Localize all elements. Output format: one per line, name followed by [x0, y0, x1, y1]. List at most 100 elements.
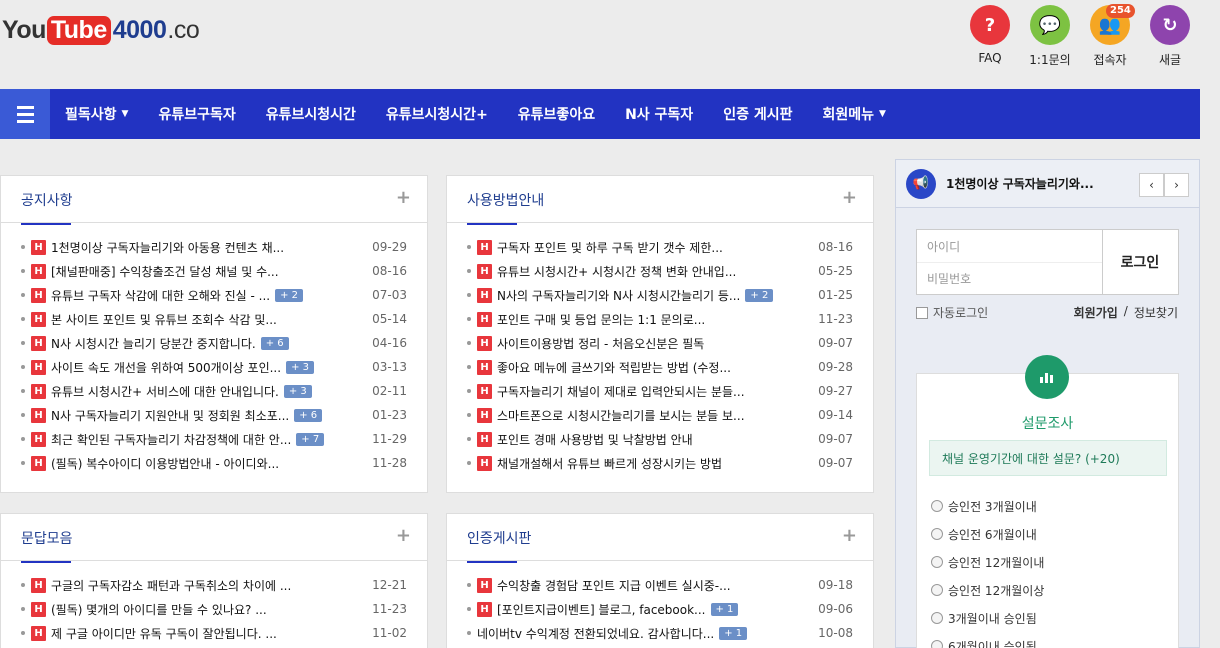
post-title[interactable]: 유튜브 구독자 삭감에 대한 오해와 진실 - ...	[51, 287, 270, 304]
list-item[interactable]: H [채널판매중] 수익창출조건 달성 채널 및 수... 08-16	[1, 259, 427, 283]
radio-button[interactable]	[931, 528, 943, 540]
list-item[interactable]: 네이버tv 수익계정 전환되었네요. 감사합니다... + 1 10-08	[447, 621, 873, 645]
post-title[interactable]: (필독) 복수아이디 이용방법안내 - 아이디와...	[51, 455, 279, 472]
post-title[interactable]: 본 사이트 포인트 및 유튜브 조회수 삭감 및...	[51, 311, 277, 328]
site-logo[interactable]: You Tube 4000 .co	[2, 16, 200, 45]
prev-button[interactable]: ‹	[1139, 173, 1164, 197]
post-title[interactable]: 수익창출 경험담 포인트 지급 이벤트 실시중-...	[497, 577, 731, 594]
post-title[interactable]: 사이트 속도 개선을 위하여 500개이상 포인...	[51, 359, 281, 376]
list-item[interactable]: H 1천명이상 구독자늘리기와 아동용 컨텐츠 채... 09-29	[1, 235, 427, 259]
list-item[interactable]: H 좋아요 메뉴에 글쓰기와 적립받는 방법 (수정... 09-28	[447, 355, 873, 379]
post-title[interactable]: 1천명이상 구독자늘리기와 아동용 컨텐츠 채...	[51, 239, 284, 256]
password-input[interactable]: 비밀번호	[917, 262, 1102, 294]
chat-icon[interactable]: 💬	[1030, 5, 1070, 45]
radio-button[interactable]	[931, 556, 943, 568]
post-title[interactable]: 최근 확인된 구독자늘리기 차감정책에 대한 안...	[51, 431, 291, 448]
auto-login-checkbox[interactable]	[916, 306, 928, 319]
post-title[interactable]: 사이트이용방법 정리 - 처음오신분은 필독	[497, 335, 704, 352]
post-title[interactable]: (필독) 몇개의 아이디를 만들 수 있나요? ...	[51, 601, 267, 618]
panel-title[interactable]: 사용방법안내	[467, 190, 544, 225]
list-item[interactable]: H 채널개설해서 유튜브 빠르게 성장시키는 방법 09-07	[447, 451, 873, 475]
list-item[interactable]: H 유튜브 시청시간+ 시청시간 정책 변화 안내입... 05-25	[447, 259, 873, 283]
post-title[interactable]: 유튜브 시청시간+ 시청시간 정책 변화 안내입...	[497, 263, 736, 280]
survey-option[interactable]: 승인전 3개월이내	[931, 492, 1044, 520]
list-item[interactable]: H N사의 구독자늘리기와 N사 시청시간늘리기 등... + 2 01-25	[447, 283, 873, 307]
id-input[interactable]: 아이디	[917, 230, 1102, 262]
auto-login-label[interactable]: 자동로그인	[933, 304, 988, 321]
top-icon-label[interactable]: FAQ	[978, 51, 1001, 65]
nav-required-reading[interactable]: 필독사항 ▼	[50, 104, 143, 124]
survey-option[interactable]: 승인전 12개월이내	[931, 548, 1044, 576]
plus-icon[interactable]: +	[842, 187, 857, 208]
list-item[interactable]: H 포인트 경매 사용방법 및 낙찰방법 안내 09-07	[447, 427, 873, 451]
post-title[interactable]: [채널판매중] 수익창출조건 달성 채널 및 수...	[51, 263, 279, 280]
next-button[interactable]: ›	[1164, 173, 1189, 197]
question-icon[interactable]: ?	[970, 5, 1010, 45]
list-item[interactable]: H 유튜브 구독자 삭감에 대한 오해와 진실 - ... + 2 07-03	[1, 283, 427, 307]
post-title[interactable]: 채널개설해서 유튜브 빠르게 성장시키는 방법	[497, 455, 722, 472]
radio-button[interactable]	[931, 640, 943, 648]
survey-option[interactable]: 승인전 12개월이상	[931, 576, 1044, 604]
list-item[interactable]: H 구글의 구독자감소 패턴과 구독취소의 차이에 ... 12-21	[1, 573, 427, 597]
post-title[interactable]: 구독자늘리기 채널이 제대로 입력안되시는 분들...	[497, 383, 745, 400]
post-title[interactable]: 제 구글 아이디만 유독 구독이 잘안됩니다. ...	[51, 625, 277, 642]
list-item[interactable]: H [포인트지급이벤트] 블로그, facebook... + 1 09-06	[447, 597, 873, 621]
find-info-link[interactable]: 정보찾기	[1134, 304, 1178, 321]
radio-button[interactable]	[931, 612, 943, 624]
join-link[interactable]: 회원가입	[1074, 304, 1118, 321]
top-icon-2[interactable]: 👥 254 접속자	[1090, 4, 1135, 68]
new-post-icon[interactable]: ↻	[1150, 5, 1190, 45]
radio-button[interactable]	[931, 500, 943, 512]
plus-icon[interactable]: +	[396, 187, 411, 208]
survey-option[interactable]: 승인전 6개월이내	[931, 520, 1044, 548]
nav-cert-board[interactable]: 인증 게시판	[708, 104, 807, 124]
post-title[interactable]: N사의 구독자늘리기와 N사 시청시간늘리기 등...	[497, 287, 740, 304]
post-title[interactable]: 유튜브 시청시간+ 서비스에 대한 안내입니다.	[51, 383, 279, 400]
panel-title[interactable]: 공지사항	[21, 190, 73, 225]
survey-option[interactable]: 3개월이내 승인됨	[931, 604, 1044, 632]
post-title[interactable]: N사 구독자늘리기 지원안내 및 정회원 최소포...	[51, 407, 289, 424]
post-title[interactable]: 포인트 경매 사용방법 및 낙찰방법 안내	[497, 431, 693, 448]
list-item[interactable]: H 사이트이용방법 정리 - 처음오신분은 필독 09-07	[447, 331, 873, 355]
list-item[interactable]: H 수익창출 경험담 포인트 지급 이벤트 실시중-... 09-18	[447, 573, 873, 597]
nav-youtube-watch-time[interactable]: 유튜브시청시간	[251, 104, 371, 124]
list-item[interactable]: H N사 구독자늘리기 지원안내 및 정회원 최소포... + 6 01-23	[1, 403, 427, 427]
news-ticker-text[interactable]: 1천명이상 구독자늘리기와...	[946, 175, 1094, 192]
survey-option[interactable]: 6개월이내 승인됨	[931, 632, 1044, 648]
nav-member-menu[interactable]: 회원메뉴 ▼	[807, 104, 900, 124]
post-title[interactable]: 포인트 구매 및 등업 문의는 1:1 문의로...	[497, 311, 705, 328]
list-item[interactable]: H 제 구글 아이디만 유독 구독이 잘안됩니다. ... 11-02	[1, 621, 427, 645]
plus-icon[interactable]: +	[842, 525, 857, 546]
panel-title[interactable]: 문답모음	[21, 528, 73, 563]
list-item[interactable]: H 본 사이트 포인트 및 유튜브 조회수 삭감 및... 05-14	[1, 307, 427, 331]
nav-youtube-likes[interactable]: 유튜브좋아요	[503, 104, 610, 124]
top-icon-label[interactable]: 새글	[1159, 51, 1181, 68]
top-icon-label[interactable]: 접속자	[1093, 51, 1126, 68]
list-item[interactable]: H 사이트 속도 개선을 위하여 500개이상 포인... + 3 03-13	[1, 355, 427, 379]
list-item[interactable]: H (필독) 복수아이디 이용방법안내 - 아이디와... 11-28	[1, 451, 427, 475]
nav-youtube-watch-time-plus[interactable]: 유튜브시청시간+	[371, 104, 503, 124]
panel-title[interactable]: 인증게시판	[467, 528, 531, 563]
hamburger-menu-icon[interactable]	[0, 89, 50, 139]
list-item[interactable]: H 스마트폰으로 시청시간늘리기를 보시는 분들 보... 09-14	[447, 403, 873, 427]
nav-youtube-subscribers[interactable]: 유튜브구독자	[143, 104, 250, 124]
nav-n-subscribers[interactable]: N사 구독자	[610, 104, 708, 124]
post-title[interactable]: 구글의 구독자감소 패턴과 구독취소의 차이에 ...	[51, 577, 291, 594]
post-title[interactable]: [포인트지급이벤트] 블로그, facebook...	[497, 601, 706, 618]
list-item[interactable]: H 구독자늘리기 채널이 제대로 입력안되시는 분들... 09-27	[447, 379, 873, 403]
list-item[interactable]: H 구독자 포인트 및 하루 구독 받기 갯수 제한... 08-16	[447, 235, 873, 259]
top-icon-label[interactable]: 1:1문의	[1029, 51, 1070, 68]
post-title[interactable]: 네이버tv 수익계정 전환되었네요. 감사합니다...	[477, 625, 714, 642]
top-icon-3[interactable]: ↻ 새글	[1150, 5, 1190, 68]
post-title[interactable]: 좋아요 메뉴에 글쓰기와 적립받는 방법 (수정...	[497, 359, 731, 376]
list-item[interactable]: H 포인트 구매 및 등업 문의는 1:1 문의로... 11-23	[447, 307, 873, 331]
post-title[interactable]: N사 시청시간 늘리기 당분간 중지합니다.	[51, 335, 256, 352]
top-icon-1[interactable]: 💬 1:1문의	[1029, 5, 1071, 68]
post-title[interactable]: 구독자 포인트 및 하루 구독 받기 갯수 제한...	[497, 239, 723, 256]
top-icon-0[interactable]: ? FAQ	[970, 5, 1010, 68]
list-item[interactable]: H (필독) 몇개의 아이디를 만들 수 있나요? ... 11-23	[1, 597, 427, 621]
list-item[interactable]: H N사 시청시간 늘리기 당분간 중지합니다. + 6 04-16	[1, 331, 427, 355]
list-item[interactable]: H 최근 확인된 구독자늘리기 차감정책에 대한 안... + 7 11-29	[1, 427, 427, 451]
post-title[interactable]: 스마트폰으로 시청시간늘리기를 보시는 분들 보...	[497, 407, 745, 424]
list-item[interactable]: H 유튜브 시청시간+ 서비스에 대한 안내입니다. + 3 02-11	[1, 379, 427, 403]
